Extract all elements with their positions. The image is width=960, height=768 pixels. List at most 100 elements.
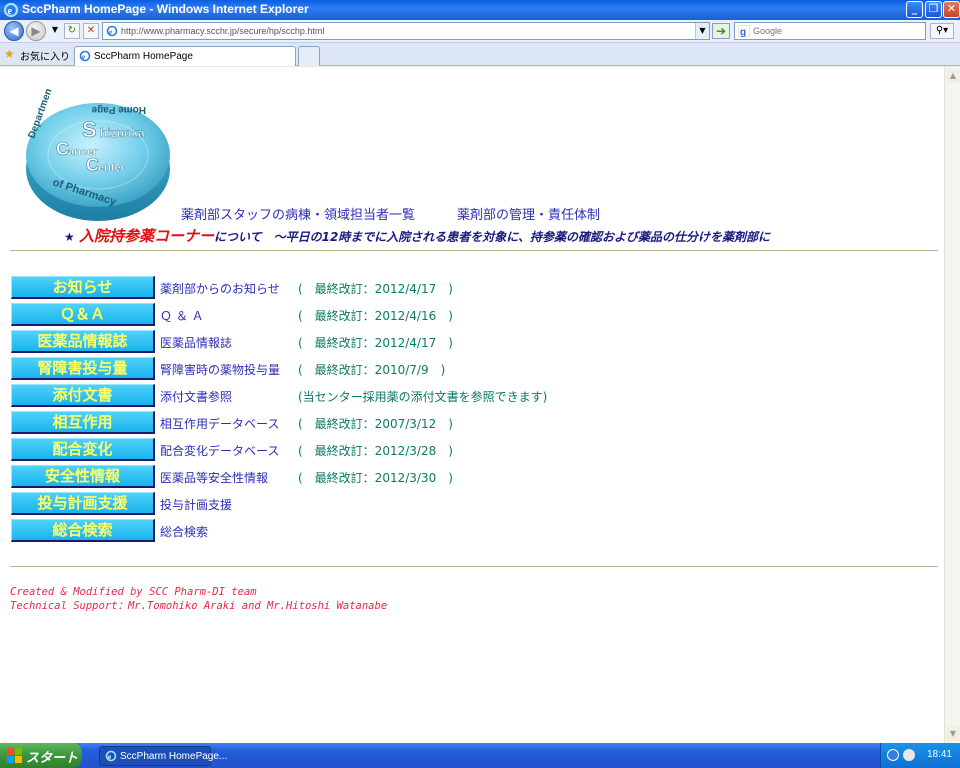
tab-page-icon: e (79, 50, 91, 62)
svg-text:e: e (8, 6, 13, 17)
vertical-scrollbar[interactable]: ▲ ▼ (944, 67, 960, 743)
drug-info-journal-link[interactable]: 医薬品情報誌 (160, 334, 232, 351)
new-tab-button[interactable] (298, 46, 320, 66)
minimize-button[interactable]: _ (906, 1, 923, 18)
start-button[interactable]: スタート (0, 743, 82, 768)
maximize-button[interactable]: ❐ (925, 1, 942, 18)
volume-icon[interactable] (903, 749, 915, 761)
notice-star-icon: ★ (64, 230, 75, 244)
menu-row: Ｑ＆Ａ Ｑ ＆ Ａ ( 最終改訂：2012/4/16 ) (11, 303, 931, 327)
navigation-bar: ◀ ▶ ▼ ↻ ✕ e ▼ ➔ g ⚲▾ (0, 20, 960, 43)
menu-row: 配合変化 配合変化データベース ( 最終改訂：2012/3/28 ) (11, 438, 931, 462)
renal-dosage-button[interactable]: 腎障害投与量 (11, 357, 155, 380)
department-logo: S hizuoka C ancer C enter of Pharmacy De… (26, 89, 170, 221)
back-button[interactable]: ◀ (4, 21, 24, 41)
svg-text:S: S (82, 117, 97, 142)
windows-flag-icon (7, 748, 22, 763)
search-box[interactable]: g (734, 22, 926, 40)
taskbar-item-label: SccPharm HomePage... (120, 751, 228, 762)
url-input[interactable] (121, 24, 691, 38)
qa-link[interactable]: Ｑ ＆ Ａ (160, 307, 204, 324)
notice-text: について ～平日の12時までに入院される患者を対象に、持参薬の確認および薬品の仕… (213, 230, 770, 244)
menu-row: 総合検索 総合検索 (11, 519, 931, 543)
ie-icon: e (3, 2, 19, 18)
last-revised: ( 最終改訂：2007/3/12 ) (298, 417, 453, 431)
dosing-plan-button[interactable]: 投与計画支援 (11, 492, 155, 515)
svg-text:e: e (82, 53, 85, 61)
divider-top (10, 250, 938, 251)
menu-row: 医薬品情報誌 医薬品情報誌 ( 最終改訂：2012/4/17 ) (11, 330, 931, 354)
qa-button[interactable]: Ｑ＆Ａ (11, 303, 155, 326)
svg-text:hizuoka: hizuoka (100, 126, 145, 140)
menu-row: 相互作用 相互作用データベース ( 最終改訂：2007/3/12 ) (11, 411, 931, 435)
menu-row: お知らせ 薬剤部からのお知らせ ( 最終改訂：2012/4/17 ) (11, 276, 931, 300)
compatibility-db-link[interactable]: 配合変化データベース (160, 442, 279, 459)
package-insert-note: (当センター採用薬の添付文書を参照できます) (298, 390, 548, 404)
renal-dosage-link[interactable]: 腎障害時の薬物投与量 (160, 361, 280, 378)
forward-button[interactable]: ▶ (26, 21, 46, 41)
scroll-down-arrow-icon[interactable]: ▼ (946, 727, 960, 741)
last-revised: ( 最終改訂：2012/3/30 ) (298, 471, 453, 485)
taskbar-ie-window[interactable]: e SccPharm HomePage... (99, 746, 227, 766)
window-title: SccPharm HomePage - Windows Internet Exp… (22, 2, 309, 16)
interaction-button[interactable]: 相互作用 (11, 411, 155, 434)
staff-list-link[interactable]: 薬剤部スタッフの病棟・領域担当者一覧 (181, 204, 415, 223)
menu-row: 添付文書 添付文書参照 (当センター採用薬の添付文書を参照できます) (11, 384, 931, 408)
package-insert-link[interactable]: 添付文書参照 (160, 388, 232, 405)
page-icon: e (106, 25, 118, 37)
news-link[interactable]: 薬剤部からのお知らせ (160, 280, 280, 297)
system-tray: 18:41 (880, 743, 960, 768)
credits-line: Technical Support：Mr.Tomohiko Araki and … (10, 600, 388, 612)
search-input[interactable] (753, 24, 921, 38)
search-button[interactable]: ⚲▾ (930, 23, 954, 39)
svg-text:enter: enter (98, 162, 126, 174)
carry-in-drug-link[interactable]: 入院持参薬コーナー (79, 227, 214, 245)
tab-sccpharm[interactable]: e SccPharm HomePage (74, 46, 296, 66)
go-button[interactable]: ➔ (712, 23, 730, 39)
favorites-bar: ★ お気に入り e SccPharm HomePage (0, 44, 960, 66)
close-window-button[interactable]: ✕ (943, 1, 960, 18)
svg-text:e: e (109, 28, 112, 36)
clock: 18:41 (926, 749, 952, 760)
last-revised: ( 最終改訂：2012/4/17 ) (298, 336, 453, 350)
svg-text:g: g (740, 27, 746, 37)
start-label: スタート (26, 751, 79, 766)
general-search-button[interactable]: 総合検索 (11, 519, 155, 542)
refresh-button[interactable]: ↻ (64, 23, 80, 39)
menu-row: 安全性情報 医薬品等安全性情報 ( 最終改訂：2012/3/30 ) (11, 465, 931, 489)
google-icon: g (738, 25, 750, 37)
interaction-db-link[interactable]: 相互作用データベース (160, 415, 279, 432)
favorites-star-icon[interactable]: ★ (4, 47, 15, 61)
address-bar[interactable]: e ▼ (102, 22, 710, 40)
stop-button[interactable]: ✕ (83, 23, 99, 39)
general-search-link[interactable]: 総合検索 (160, 523, 208, 540)
taskbar: スタート e SccPharm HomePage... 18:41 (0, 743, 960, 768)
window-title-bar: e SccPharm HomePage - Windows Internet E… (0, 0, 960, 20)
safety-info-link[interactable]: 医薬品等安全性情報 (160, 469, 268, 486)
page-content: S hizuoka C ancer C enter of Pharmacy De… (0, 67, 944, 743)
taskbar-ie-icon: e (105, 750, 117, 762)
safety-info-button[interactable]: 安全性情報 (11, 465, 155, 488)
menu-row: 腎障害投与量 腎障害時の薬物投与量 ( 最終改訂：2010/7/9 ) (11, 357, 931, 381)
svg-text:e: e (108, 753, 111, 761)
last-revised: ( 最終改訂：2010/7/9 ) (298, 363, 446, 377)
favorites-label[interactable]: お気に入り (20, 48, 70, 63)
package-insert-button[interactable]: 添付文書 (11, 384, 155, 407)
history-dropdown-icon[interactable]: ▼ (47, 23, 63, 39)
dosing-plan-link[interactable]: 投与計画支援 (160, 496, 232, 513)
network-icon[interactable] (887, 749, 899, 761)
credits-line: Created & Modified by SCC Pharm-DI team (10, 586, 257, 598)
svg-text:Home Page: Home Page (91, 104, 146, 115)
tab-label: SccPharm HomePage (94, 51, 193, 62)
management-system-link[interactable]: 薬剤部の管理・責任体制 (457, 204, 600, 223)
last-revised: ( 最終改訂：2012/3/28 ) (298, 444, 453, 458)
compatibility-button[interactable]: 配合変化 (11, 438, 155, 461)
admission-notice: ★ 入院持参薬コーナーについて ～平日の12時までに入院される患者を対象に、持参… (64, 225, 770, 246)
credits: Created & Modified by SCC Pharm-DI team … (10, 585, 387, 613)
scroll-up-arrow-icon[interactable]: ▲ (946, 69, 960, 83)
news-button[interactable]: お知らせ (11, 276, 155, 299)
last-revised: ( 最終改訂：2012/4/16 ) (298, 309, 453, 323)
menu-row: 投与計画支援 投与計画支援 (11, 492, 931, 516)
drug-info-journal-button[interactable]: 医薬品情報誌 (11, 330, 155, 353)
address-dropdown-icon[interactable]: ▼ (695, 23, 709, 39)
